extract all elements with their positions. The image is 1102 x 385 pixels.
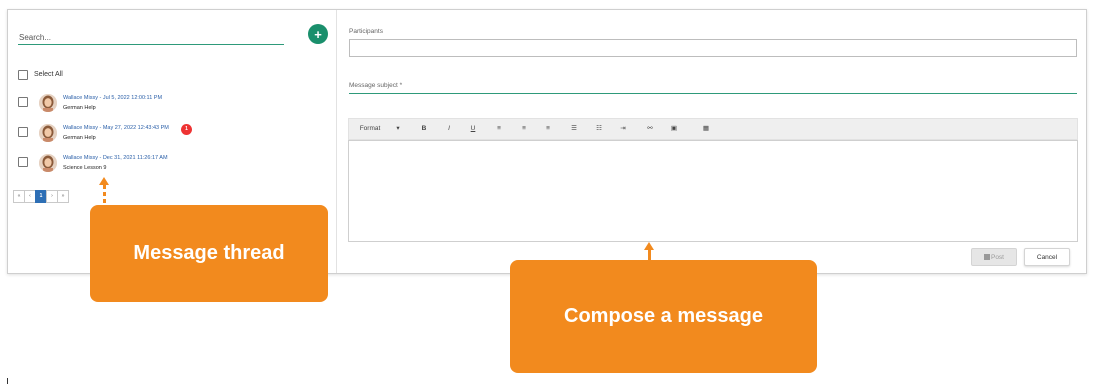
compose-panel: Participants Message subject * Format ▾ … (338, 10, 1086, 273)
bullet-list-icon[interactable]: ☰ (569, 119, 579, 139)
callout-arrow-line (103, 185, 106, 205)
format-dropdown[interactable]: Format (357, 119, 383, 139)
subject-input[interactable] (349, 93, 1077, 94)
thread-checkbox[interactable] (18, 97, 28, 107)
last-page-button[interactable]: » (57, 190, 69, 203)
numbered-list-icon[interactable]: ☷ (594, 119, 604, 139)
callout-arrow-head (99, 177, 109, 185)
save-icon (983, 253, 990, 260)
text-cursor (7, 378, 8, 384)
image-icon[interactable]: ▣ (669, 119, 679, 139)
thread-meta[interactable]: Wallace Missy - Dec 31, 2021 11:26:17 AM (63, 155, 168, 161)
indent-icon[interactable]: ⇥ (618, 119, 628, 139)
chevron-down-icon[interactable]: ▾ (393, 119, 403, 139)
callout-arrow-head (644, 242, 654, 250)
new-message-button[interactable]: + (308, 24, 328, 44)
italic-icon[interactable]: I (444, 119, 454, 139)
thread-checkbox[interactable] (18, 127, 28, 137)
participants-label: Participants (349, 28, 383, 35)
thread-checkbox[interactable] (18, 157, 28, 167)
avatar (39, 124, 57, 142)
cancel-button[interactable]: Cancel (1024, 248, 1070, 266)
thread-item[interactable]: Wallace Missy - Dec 31, 2021 11:26:17 AM… (8, 154, 337, 180)
message-thread-callout: Message thread (90, 205, 328, 302)
select-all-checkbox[interactable] (18, 70, 28, 80)
subject-label: Message subject * (349, 82, 403, 89)
thread-item[interactable]: Wallace Missy - Jul 5, 2022 12:00:11 PM … (8, 94, 337, 120)
post-label: Post (990, 253, 1004, 261)
select-all-label: Select All (34, 71, 63, 78)
underline-icon[interactable]: U (468, 119, 478, 139)
search-input[interactable] (18, 30, 284, 45)
post-button[interactable]: Post (971, 248, 1017, 266)
avatar (39, 154, 57, 172)
thread-meta[interactable]: Wallace Missy - Jul 5, 2022 12:00:11 PM (63, 95, 162, 101)
align-right-icon[interactable]: ≡ (543, 119, 553, 139)
avatar (39, 94, 57, 112)
bold-icon[interactable]: B (419, 119, 429, 139)
callout-arrow-line (648, 250, 651, 260)
table-icon[interactable]: ▦ (701, 119, 711, 139)
editor-toolbar: Format ▾ B I U ≡ ≡ ≡ ☰ ☷ ⇥ ⚯ ▣ ▦ (348, 118, 1078, 140)
participants-input[interactable] (349, 39, 1077, 57)
thread-subject: Science Lesson 9 (63, 165, 107, 171)
align-center-icon[interactable]: ≡ (519, 119, 529, 139)
thread-meta[interactable]: Wallace Missy - May 27, 2022 12:43:43 PM (63, 125, 169, 131)
thread-subject: German Help (63, 135, 96, 141)
link-icon[interactable]: ⚯ (644, 119, 656, 139)
align-left-icon[interactable]: ≡ (494, 119, 504, 139)
message-body-editor[interactable] (348, 140, 1078, 242)
compose-message-callout: Compose a message (510, 260, 817, 373)
pagination: « ‹ 1 › » (13, 190, 69, 203)
unread-badge: 1 (181, 124, 192, 135)
thread-item[interactable]: Wallace Missy - May 27, 2022 12:43:43 PM… (8, 124, 337, 150)
thread-subject: German Help (63, 105, 96, 111)
